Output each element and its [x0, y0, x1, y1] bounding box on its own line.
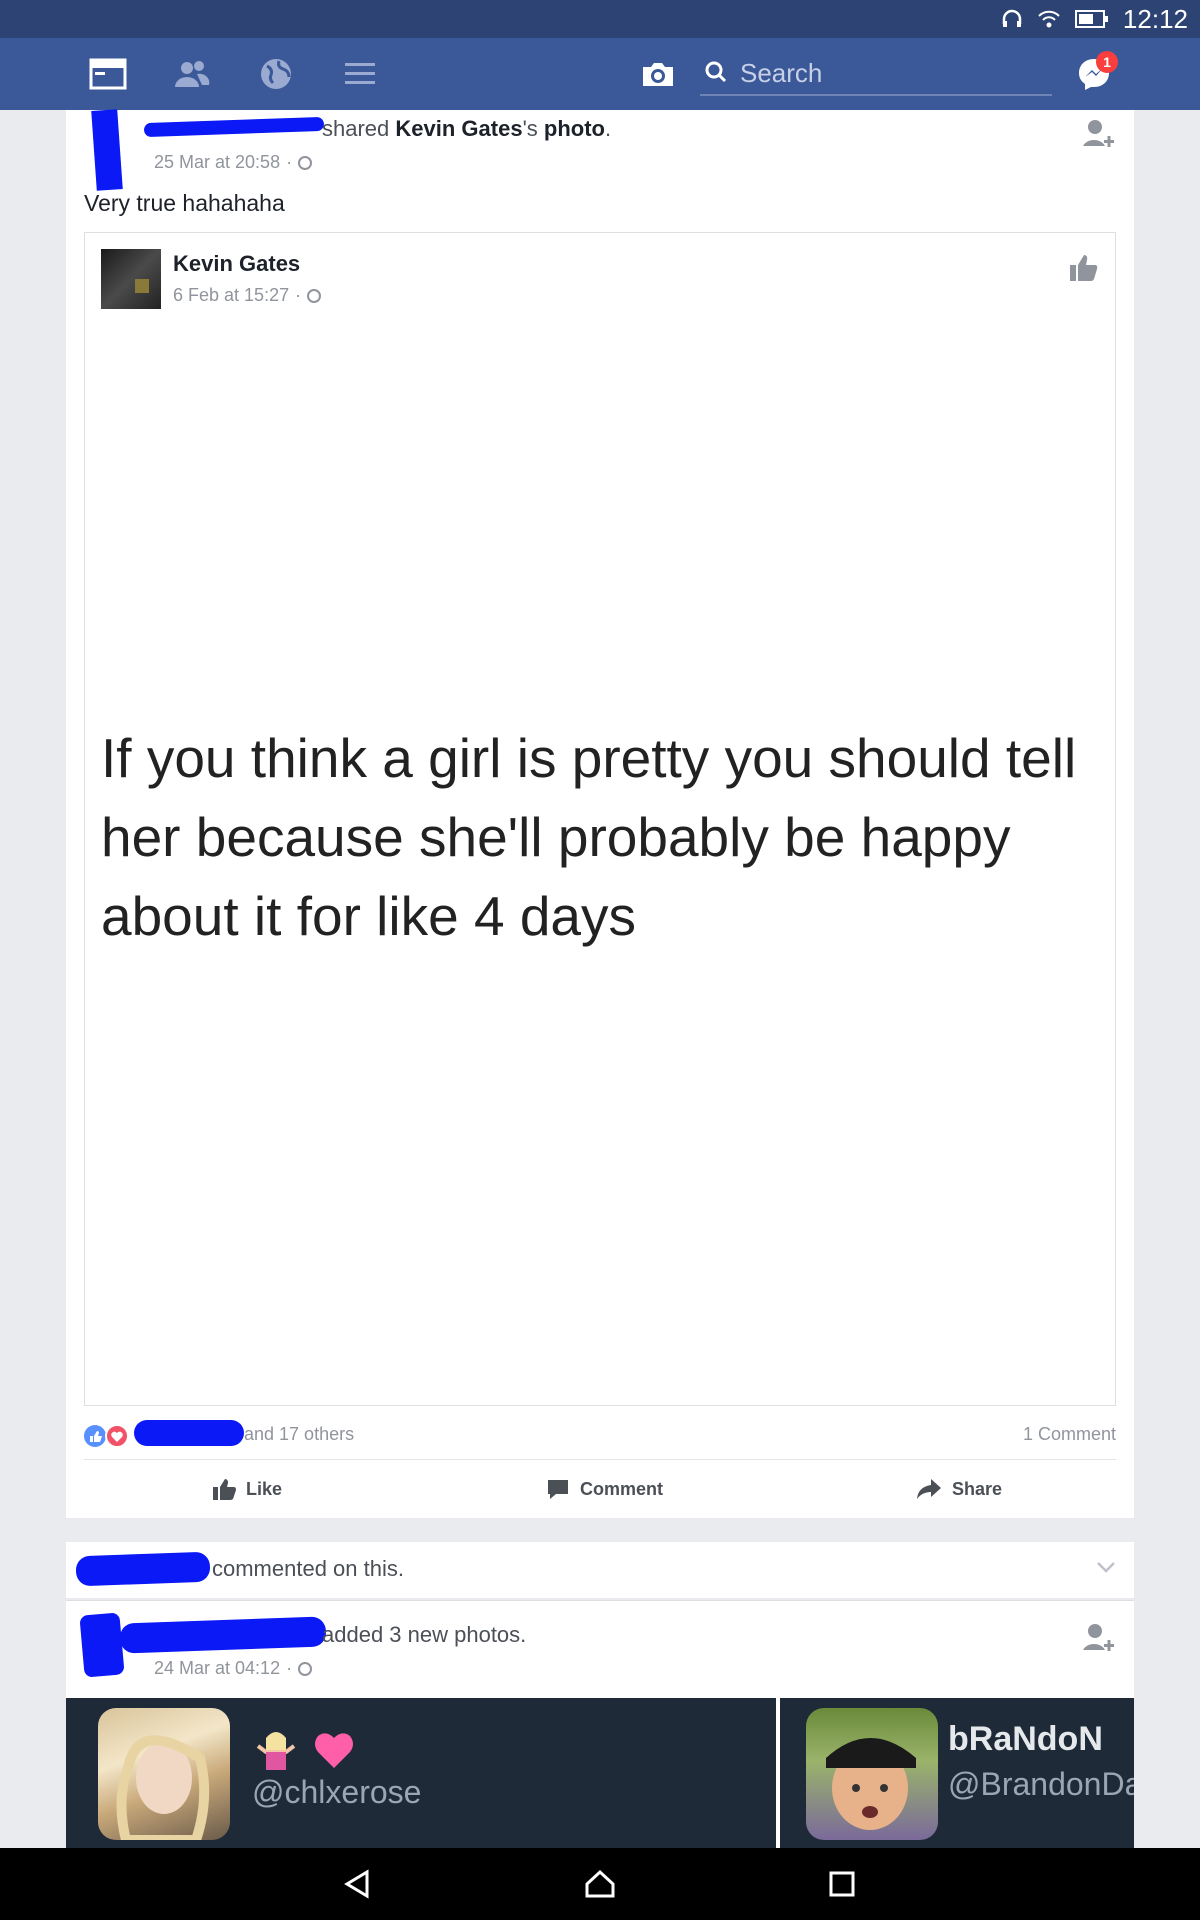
news-feed-icon[interactable] — [86, 38, 130, 110]
comment-notice[interactable]: commented on this. — [66, 1542, 1134, 1598]
reactions-bar[interactable]: and 17 others 1 Comment — [84, 1410, 1116, 1460]
clock: 12:12 — [1122, 3, 1188, 34]
shared-post-header: Kevin Gates 6 Feb at 15:27 · — [85, 233, 1115, 331]
search-icon — [704, 60, 728, 89]
redacted-name — [75, 1551, 211, 1587]
photo-quote-text: If you think a girl is pretty you should… — [101, 727, 1077, 947]
post-timestamp[interactable]: 25 Mar at 20:58 — [154, 152, 280, 173]
home-button[interactable] — [560, 1848, 640, 1920]
battery-icon — [1074, 9, 1109, 29]
shared-photo[interactable]: If you think a girl is pretty you should… — [85, 331, 1115, 1405]
back-triangle-icon — [344, 1869, 369, 1899]
home-icon — [585, 1869, 615, 1898]
shared-author-name[interactable]: Kevin Gates — [173, 251, 300, 277]
like-button[interactable]: Like — [212, 1460, 282, 1518]
photo-tile[interactable]: @chlxerose — [66, 1698, 776, 1850]
emoji-row — [254, 1728, 356, 1777]
shared-post-meta: 6 Feb at 15:27 · — [173, 285, 322, 306]
pink-heart-icon — [312, 1728, 356, 1777]
avatar — [98, 1708, 230, 1840]
camera-icon[interactable] — [638, 38, 678, 110]
post-actions: Like Comment Share — [84, 1460, 1116, 1518]
like-page-icon[interactable] — [1069, 253, 1099, 288]
post-timestamp[interactable]: 24 Mar at 04:12 — [154, 1658, 280, 1679]
share-icon — [917, 1479, 941, 1499]
person-shrugging-icon — [254, 1728, 298, 1777]
photo-link[interactable]: photo — [544, 116, 605, 141]
redacted-avatar — [79, 1612, 125, 1678]
redacted-names — [134, 1420, 244, 1446]
tile-handle: @BrandonDa — [948, 1766, 1134, 1802]
comment-icon — [548, 1480, 568, 1499]
android-nav-bar — [0, 1848, 1200, 1920]
shared-post[interactable]: Kevin Gates 6 Feb at 15:27 · If you thin… — [84, 232, 1116, 1406]
globe-icon — [298, 1661, 313, 1676]
headphones-icon — [1001, 8, 1023, 30]
feed-post: shared Kevin Gates's photo. 25 Mar at 20… — [66, 109, 1134, 1518]
photo-strip: @chlxerose bRaNdoN @BrandonDa — [66, 1698, 1134, 1850]
post-header: added 3 new photos. — [322, 1622, 527, 1647]
redacted-name — [143, 116, 325, 138]
notifications-globe-icon[interactable] — [254, 38, 298, 110]
post-header: shared Kevin Gates's photo. — [322, 116, 612, 141]
like-love-reaction-icons — [84, 1424, 129, 1453]
post-meta: 25 Mar at 20:58 · — [154, 152, 313, 173]
avatar[interactable] — [101, 249, 161, 309]
comment-count[interactable]: 1 Comment — [1023, 1424, 1116, 1445]
add-friend-icon[interactable] — [1082, 118, 1116, 157]
menu-icon[interactable] — [338, 38, 382, 110]
shared-author-link[interactable]: Kevin Gates — [395, 116, 522, 141]
feed-post-photos: added 3 new photos. 24 Mar at 04:12 · @c… — [66, 1600, 1134, 1850]
tile-handle: @chlxerose — [252, 1774, 422, 1810]
share-button[interactable]: Share — [916, 1460, 1002, 1518]
back-button[interactable] — [318, 1848, 398, 1920]
photo-tile[interactable]: bRaNdoN @BrandonDa — [780, 1698, 1134, 1850]
post-meta: 24 Mar at 04:12 · — [154, 1658, 313, 1679]
thumbs-up-icon — [213, 1479, 236, 1500]
avatar — [806, 1708, 938, 1840]
divider — [66, 1600, 1134, 1601]
messenger-icon[interactable] — [1072, 38, 1116, 110]
square-icon — [829, 1871, 855, 1897]
messages-badge: 1 — [1096, 51, 1118, 73]
post-caption: Very true hahahaha — [84, 190, 285, 216]
globe-icon — [307, 288, 322, 303]
shared-post-timestamp[interactable]: 6 Feb at 15:27 — [173, 285, 289, 306]
notice-text: commented on this. — [212, 1556, 404, 1581]
top-nav-bar — [0, 38, 1200, 110]
chevron-down-icon[interactable] — [1096, 1560, 1116, 1579]
redacted-name — [119, 1616, 327, 1654]
wifi-icon — [1037, 9, 1061, 29]
comment-button[interactable]: Comment — [546, 1460, 663, 1518]
search-input[interactable] — [740, 56, 1040, 90]
friend-requests-icon[interactable] — [170, 38, 214, 110]
globe-icon — [298, 155, 313, 170]
reaction-count[interactable]: and 17 others — [244, 1424, 354, 1445]
status-bar: 12:12 — [0, 0, 1200, 38]
add-friend-icon[interactable] — [1082, 1622, 1116, 1661]
recent-apps-button[interactable] — [802, 1848, 882, 1920]
search-bar[interactable] — [700, 52, 1052, 96]
tile-name: bRaNdoN — [948, 1720, 1103, 1758]
redacted-avatar — [91, 109, 123, 191]
